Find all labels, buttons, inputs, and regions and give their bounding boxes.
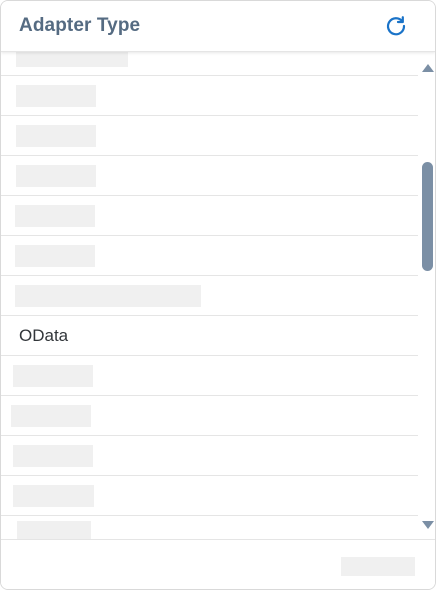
loading-placeholder [16,125,96,147]
loading-placeholder [15,245,95,267]
triangle-up-icon[interactable] [421,61,435,73]
dialog-title: Adapter Type [19,15,141,36]
loading-placeholder [16,165,96,187]
list-item-odata[interactable]: OData [1,316,418,356]
adapter-type-list: OData [1,51,418,539]
list-item-label: OData [19,326,69,345]
list-item[interactable] [1,51,418,76]
scrollbar-thumb[interactable] [422,162,433,271]
list-item[interactable] [1,236,418,276]
loading-placeholder [13,485,94,507]
footer-button-placeholder[interactable] [341,557,415,576]
list-item[interactable] [1,116,418,156]
loading-placeholder [11,405,91,427]
triangle-down-icon[interactable] [421,518,435,530]
list-item[interactable] [1,396,418,436]
dialog-header: Adapter Type [1,1,435,52]
adapter-type-dialog: Adapter Type OData [0,0,436,590]
loading-placeholder [16,85,96,107]
loading-placeholder [15,205,95,227]
loading-placeholder [13,365,93,387]
list-item[interactable] [1,196,418,236]
list-item[interactable] [1,436,418,476]
list-item[interactable] [1,356,418,396]
loading-placeholder [13,445,93,467]
refresh-icon[interactable] [385,15,407,37]
loading-placeholder [16,51,128,67]
dialog-footer [1,539,435,589]
loading-placeholder [15,285,201,307]
list-item[interactable] [1,476,418,516]
list-item[interactable] [1,516,418,539]
list-item[interactable] [1,276,418,316]
list-item[interactable] [1,156,418,196]
loading-placeholder [17,521,91,539]
list-item[interactable] [1,76,418,116]
